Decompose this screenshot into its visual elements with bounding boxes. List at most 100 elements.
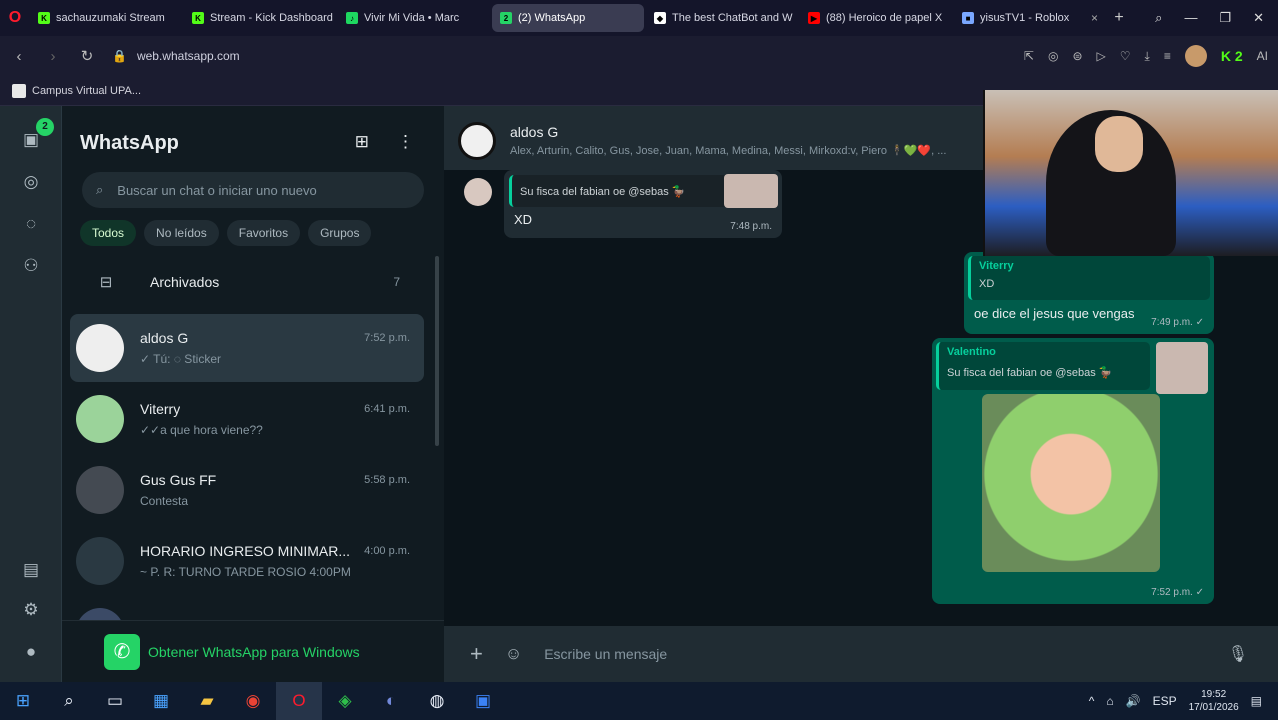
incoming-message: Su fisca del fabian oe @sebas 🦆 XD 7:48 … — [504, 170, 782, 238]
message-input[interactable] — [544, 646, 1185, 662]
get-windows-app-banner[interactable]: ✆ Obtener WhatsApp para Windows — [62, 620, 444, 682]
file-explorer-icon[interactable]: ▰ — [184, 682, 230, 720]
browser-tab[interactable]: ♪ Vivir Mi Vida • Marc — [338, 4, 490, 32]
opera-logo-icon[interactable]: O — [0, 0, 30, 36]
close-window-button[interactable]: ✕ — [1253, 10, 1264, 26]
new-chat-icon[interactable]: ⊞ — [355, 132, 369, 152]
avatar — [76, 395, 124, 443]
media-icon[interactable]: ▤ — [19, 558, 43, 582]
clock[interactable]: 19:52 17/01/2026 — [1189, 688, 1239, 714]
share-icon[interactable]: ⇱ — [1024, 49, 1034, 63]
network-icon[interactable]: ⌂ — [1106, 694, 1113, 708]
ai-button[interactable]: AI — [1257, 49, 1268, 63]
browser-tab[interactable]: 2 (2) WhatsApp — [492, 4, 644, 32]
group-avatar[interactable] — [458, 122, 496, 160]
opera-icon[interactable]: O — [276, 682, 322, 720]
task-view-icon[interactable]: ▭ — [92, 682, 138, 720]
status-icon[interactable]: ◎ — [19, 170, 43, 194]
sender-avatar[interactable] — [464, 178, 492, 206]
chat-time: 5:58 p.m. — [364, 474, 410, 486]
tab-favicon-icon: ■ — [962, 12, 974, 24]
tab-title: (88) Heroico de papel X — [826, 12, 943, 24]
profile-icon[interactable]: ● — [19, 640, 43, 664]
filter-chip[interactable]: Todos — [80, 220, 137, 246]
send-icon[interactable]: ▷ — [1097, 49, 1106, 63]
group-name: aldos G — [510, 124, 559, 140]
bookmark-icon — [12, 83, 26, 98]
app-title: WhatsApp — [80, 132, 179, 154]
vpn-icon[interactable]: ⊜ — [1072, 49, 1082, 63]
chat-list-scrollbar[interactable] — [435, 256, 439, 446]
filter-chip[interactable]: Favoritos — [226, 220, 301, 246]
browser-tab[interactable]: Ksachauzumaki Stream — [30, 4, 182, 32]
microphone-icon[interactable]: 🎙 — [1228, 644, 1248, 664]
reload-button[interactable]: ↻ — [78, 47, 96, 65]
chrome-icon[interactable]: ◉ — [230, 682, 276, 720]
chat-list-item[interactable]: aldos G 7:52 p.m. ✓ Tú: ◌ Sticker — [70, 314, 424, 382]
browser-tab-strip: O Ksachauzumaki Stream K Stream - Kick Das… — [0, 0, 1278, 36]
app-icon[interactable]: ◈ — [322, 682, 368, 720]
close-tab-icon[interactable]: × — [1091, 11, 1098, 25]
forward-button[interactable]: › — [44, 48, 62, 65]
chat-list-panel: WhatsApp ⊞ ⋮ ⌕ Buscar un chat o iniciar … — [62, 106, 444, 682]
chat-list-item[interactable]: Gus Gus FF 5:58 p.m. Contesta — [70, 456, 424, 524]
communities-icon[interactable]: ⚇ — [19, 254, 43, 278]
channels-icon[interactable]: ◌ — [19, 212, 43, 236]
obs-icon[interactable]: ◍ — [414, 682, 460, 720]
start-button[interactable]: ⊞ — [0, 682, 46, 720]
profile-avatar[interactable] — [1184, 45, 1207, 67]
language-indicator[interactable]: ESP — [1153, 694, 1177, 708]
camera-icon[interactable]: ◎ — [1048, 49, 1058, 63]
heart-icon[interactable]: ♡ — [1120, 49, 1131, 63]
minimize-button[interactable]: — — [1184, 10, 1197, 26]
quoted-message[interactable]: Valentino Su fisca del fabian oe @sebas … — [936, 342, 1150, 390]
browser-tab[interactable]: K Stream - Kick Dashboard — [184, 4, 336, 32]
search-taskbar-icon[interactable]: ⌕ — [46, 682, 92, 720]
browser-tab[interactable]: ■ yisusTV1 - Roblox × — [954, 4, 1106, 32]
chat-time: 4:00 p.m. — [364, 545, 410, 557]
volume-icon[interactable]: 🔊 — [1126, 694, 1141, 708]
quote-thumbnail — [724, 174, 778, 208]
notifications-icon[interactable]: ▤ — [1251, 694, 1262, 708]
tab-title: The best ChatBot and W — [672, 12, 793, 24]
maximize-button[interactable]: ❐ — [1219, 10, 1231, 26]
settings-gear-icon[interactable]: ⚙ — [19, 598, 43, 622]
filter-chip[interactable]: No leídos — [144, 220, 219, 246]
chat-time: 6:41 p.m. — [364, 403, 410, 415]
chat-name: Viterry — [140, 401, 181, 417]
tray-chevron-icon[interactable]: ^ — [1089, 694, 1095, 708]
chat-name: aldos G — [140, 330, 189, 346]
windows-taskbar: ⊞ ⌕ ▭ ▦ ▰ ◉ O ◈ ◐ ◍ ▣ ^ ⌂ 🔊 ESP 19:52 17… — [0, 682, 1278, 720]
browser-tab[interactable]: ▶ (88) Heroico de papel X — [800, 4, 952, 32]
menu-icon[interactable]: ≡ — [1164, 49, 1171, 63]
url-field[interactable]: 🔒 web.whatsapp.com — [112, 49, 240, 63]
search-input[interactable]: ⌕ Buscar un chat o iniciar uno nuevo — [82, 172, 424, 208]
filter-chip[interactable]: Grupos — [308, 220, 372, 246]
archived-row[interactable]: ⊟ Archivados 7 — [62, 256, 432, 308]
tab-title: (2) WhatsApp — [518, 12, 586, 24]
roblox-studio-icon[interactable]: ▣ — [460, 682, 506, 720]
quoted-message[interactable]: Viterry XD — [968, 256, 1210, 300]
address-bar: ‹ › ↻ 🔒 web.whatsapp.com ⇱ ◎ ⊜ ▷ ♡ ⤓ ≡ K… — [0, 36, 1278, 76]
group-members: Alex, Arturin, Calito, Gus, Jose, Juan, … — [510, 145, 947, 157]
browser-tab[interactable]: ◆ The best ChatBot and W — [646, 4, 798, 32]
tab-search-icon[interactable]: ⌕ — [1155, 10, 1162, 26]
chat-preview: Contesta — [140, 494, 189, 508]
discord-icon[interactable]: ◐ — [368, 682, 414, 720]
store-icon[interactable]: ▦ — [138, 682, 184, 720]
back-button[interactable]: ‹ — [10, 48, 28, 65]
kick-extension-badge[interactable]: K 2 — [1221, 48, 1243, 64]
bookmark-campus-virtual[interactable]: Campus Virtual UPA... — [32, 85, 141, 97]
chat-list-item[interactable]: HORARIO INGRESO MINIMAR... 4:00 p.m. ~ P. … — [70, 527, 424, 595]
download-icon[interactable]: ⤓ — [1145, 49, 1150, 64]
message-composer: + ☺ 🎙 — [444, 626, 1278, 682]
new-tab-button[interactable]: + — [1106, 9, 1132, 27]
quote-thumbnail — [1156, 342, 1208, 394]
emoji-sticker-icon[interactable]: ☺ — [505, 644, 522, 664]
chat-list-item[interactable]: Viterry 6:41 p.m. ✓✓a que hora viene?? — [70, 385, 424, 453]
sticker-image[interactable] — [982, 394, 1160, 572]
more-options-icon[interactable]: ⋮ — [397, 132, 414, 152]
promo-text: Obtener WhatsApp para Windows — [148, 643, 360, 660]
tab-title: sachauzumaki Stream — [56, 12, 165, 24]
attach-icon[interactable]: + — [470, 641, 483, 667]
